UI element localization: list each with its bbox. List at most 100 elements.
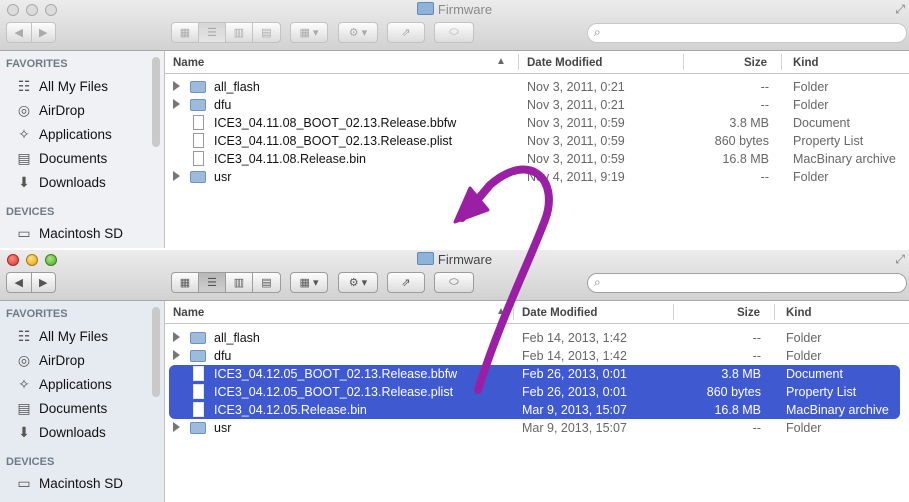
action-button[interactable]: ⚙ ▾ [338,22,378,43]
column-view-button[interactable]: ▥ [226,23,253,42]
action-button[interactable]: ⚙ ▾ [338,272,378,293]
window-title: Firmware [0,252,909,267]
column-divider[interactable] [513,304,514,320]
back-button[interactable]: ◀ [7,23,32,42]
column-header-kind[interactable]: Kind [793,57,819,69]
file-date: Nov 3, 2011, 0:59 [527,134,625,148]
column-header-date-modified[interactable]: Date Modified [527,57,602,69]
list-view-button[interactable]: ☰ [199,23,226,42]
column-header-kind[interactable]: Kind [786,307,812,319]
arrange-icon: ▦ ▾ [299,27,319,39]
sidebar-item-downloads[interactable]: ⬇ Downloads [0,421,150,443]
plist-file-icon [193,384,204,399]
file-name: ICE3_04.11.08_BOOT_02.13.Release.bbfw [214,116,457,130]
share-button[interactable]: ⇗ [387,22,425,43]
column-header-size[interactable]: Size [744,57,767,69]
column-divider[interactable] [518,54,519,70]
sidebar-heading-devices: DEVICES [6,206,55,218]
gear-icon: ⚙ ▾ [348,277,368,289]
forward-button[interactable]: ▶ [32,23,56,42]
table-row[interactable]: dfu Nov 3, 2011, 0:21 -- Folder [165,96,909,114]
sidebar-item-macintosh-sd[interactable]: ▭ Macintosh SD [0,222,150,244]
icon-view-button[interactable]: ▦ [172,23,199,42]
table-row-selected[interactable]: ICE3_04.12.05_BOOT_02.13.Release.bbfw Fe… [169,365,900,383]
forward-button[interactable]: ▶ [32,273,56,292]
sidebar-item-documents[interactable]: ▤ Documents [0,397,150,419]
column-divider[interactable] [774,304,775,320]
sidebar-item-airdrop[interactable]: ◎ AirDrop [0,349,150,371]
table-row[interactable]: all_flash Nov 3, 2011, 0:21 -- Folder [165,78,909,96]
file-name: usr [214,170,232,184]
list-view-button[interactable]: ☰ [199,273,226,292]
search-input[interactable]: ⌕ [587,273,907,293]
search-icon: ⌕ [594,275,601,289]
column-header-name[interactable]: Name [173,57,204,69]
file-kind: MacBinary archive [793,152,896,166]
coverflow-view-button[interactable]: ▤ [253,23,280,42]
sidebar-item-all-my-files[interactable]: ☷ All My Files [0,325,150,347]
table-row-selected[interactable]: ICE3_04.12.05_BOOT_02.13.Release.plist F… [169,383,900,401]
folder-icon [190,422,206,434]
back-forward-control: ◀ ▶ [6,22,56,43]
table-row[interactable]: all_flash Feb 14, 2013, 1:42 -- Folder [165,329,909,347]
tags-button[interactable]: ⬭ [434,22,474,43]
tags-button[interactable]: ⬭ [434,272,474,293]
sidebar-item-downloads[interactable]: ⬇ Downloads [0,171,150,193]
sidebar-item-macintosh-sd[interactable]: ▭ Macintosh SD [0,472,150,494]
file-name: all_flash [214,331,260,345]
search-input[interactable]: ⌕ [587,23,907,43]
disclosure-triangle-icon[interactable] [173,99,180,109]
table-row[interactable]: dfu Feb 14, 2013, 1:42 -- Folder [165,347,909,365]
view-mode-control: ▦ ☰ ▥ ▤ [171,272,281,293]
column-divider[interactable] [781,54,782,70]
tag-icon: ⬭ [449,26,459,38]
sidebar-item-applications[interactable]: ✧ Applications [0,123,150,145]
column-divider[interactable] [673,304,674,320]
table-row[interactable]: ICE3_04.11.08_BOOT_02.13.Release.bbfw No… [165,114,909,132]
back-button[interactable]: ◀ [7,273,32,292]
fullscreen-icon[interactable]: ⤢ [895,252,905,267]
sidebar-item-applications[interactable]: ✧ Applications [0,373,150,395]
finder-window-bottom: Firmware ⤢ ◀ ▶ ▦ ☰ ▥ ▤ ▦ ▾ ⚙ ▾ ⇗ ⬭ ⌕ FAV… [0,250,909,502]
column-header-name[interactable]: Name [173,307,204,319]
sidebar-scrollbar[interactable] [152,57,160,147]
file-kind: Folder [793,80,829,94]
fullscreen-icon[interactable]: ⤢ [895,2,905,17]
sidebar-item-airdrop[interactable]: ◎ AirDrop [0,99,150,121]
file-name: all_flash [214,80,260,94]
disclosure-triangle-icon[interactable] [173,171,180,181]
share-icon: ⇗ [401,27,411,39]
all-files-icon: ☷ [17,327,31,344]
arrange-button[interactable]: ▦ ▾ [290,22,328,43]
title-bar[interactable]: Firmware ⤢ ◀ ▶ ▦ ☰ ▥ ▤ ▦ ▾ ⚙ ▾ ⇗ ⬭ ⌕ [0,250,909,301]
tag-icon: ⬭ [449,276,459,288]
file-date: Nov 4, 2011, 9:19 [527,170,625,184]
column-header-date-modified[interactable]: Date Modified [522,307,597,319]
column-view-button[interactable]: ▥ [226,273,253,292]
arrange-button[interactable]: ▦ ▾ [290,272,328,293]
disclosure-triangle-icon[interactable] [173,350,180,360]
coverflow-view-button[interactable]: ▤ [253,273,280,292]
table-row[interactable]: usr Mar 9, 2013, 15:07 -- Folder [165,419,909,437]
share-button[interactable]: ⇗ [387,272,425,293]
title-bar[interactable]: Firmware ⤢ ◀ ▶ ▦ ☰ ▥ ▤ ▦ ▾ ⚙ ▾ ⇗ ⬭ ⌕ [0,0,909,51]
file-kind: Folder [786,421,822,435]
disclosure-triangle-icon[interactable] [173,81,180,91]
column-header-size[interactable]: Size [737,307,760,319]
table-row[interactable]: usr Nov 4, 2011, 9:19 -- Folder [165,168,909,186]
file-kind: MacBinary archive [786,403,889,417]
folder-icon [190,332,206,344]
icon-view-button[interactable]: ▦ [172,273,199,292]
column-divider[interactable] [683,54,684,70]
folder-icon [190,350,206,362]
disclosure-triangle-icon[interactable] [173,422,180,432]
binary-file-icon [193,151,204,166]
table-row-selected[interactable]: ICE3_04.12.05.Release.bin Mar 9, 2013, 1… [169,401,900,419]
table-row[interactable]: ICE3_04.11.08_BOOT_02.13.Release.plist N… [165,132,909,150]
disclosure-triangle-icon[interactable] [173,332,180,342]
sidebar-heading-devices: DEVICES [6,456,55,468]
table-row[interactable]: ICE3_04.11.08.Release.bin Nov 3, 2011, 0… [165,150,909,168]
sidebar-scrollbar[interactable] [152,307,160,397]
sidebar-item-documents[interactable]: ▤ Documents [0,147,150,169]
sidebar-item-all-my-files[interactable]: ☷ All My Files [0,75,150,97]
